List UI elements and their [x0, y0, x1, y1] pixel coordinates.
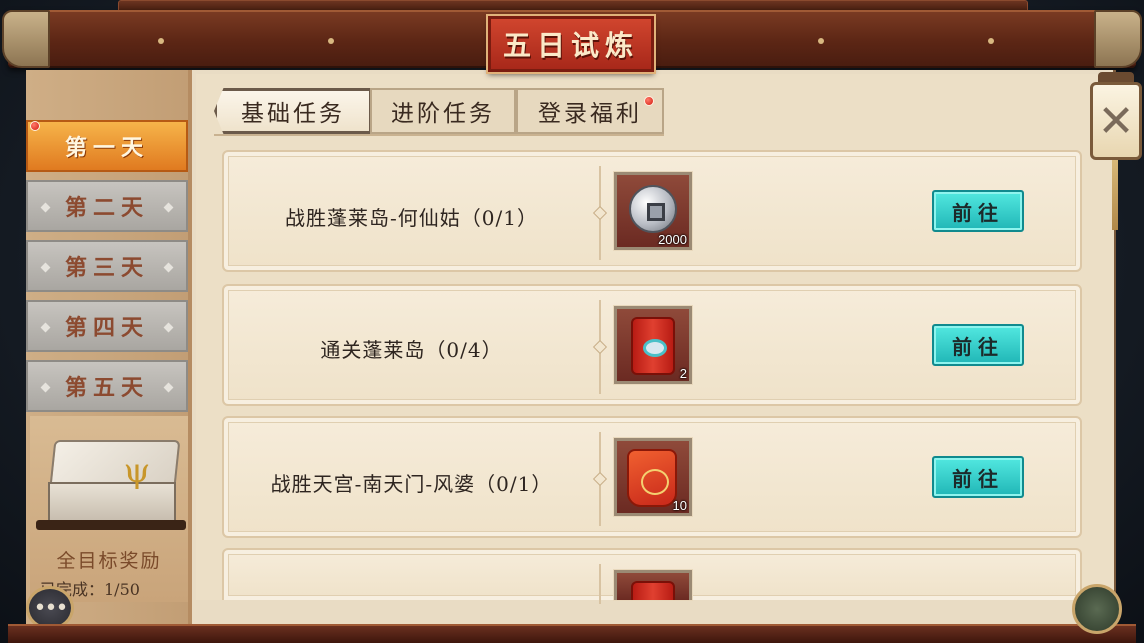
task-name: 通关蓬莱岛（0/4）: [320, 338, 503, 362]
task-card: 通关蓬莱岛（0/4） 2 前往: [222, 284, 1082, 406]
corner-menu-icon[interactable]: [1072, 584, 1122, 634]
tab-label: 基础任务: [241, 101, 345, 127]
coin-icon: [629, 185, 677, 233]
task-name: 战胜天宫-南天门-风婆（0/1）: [270, 472, 553, 496]
day-tab-2[interactable]: 第二天: [26, 180, 188, 232]
treasure-chest-icon[interactable]: [49, 440, 181, 486]
task-card: 战胜天宫-南天门-风婆（0/1） 10 前往: [222, 416, 1082, 538]
day-tab-3[interactable]: 第三天: [26, 240, 188, 292]
treasure-chest-stand: [36, 520, 186, 530]
tab-underline: [214, 134, 664, 136]
day-tab-label: 第五天: [64, 375, 149, 401]
antler-ornament-icon: ψ: [123, 451, 151, 491]
day-1-alert-dot: [30, 121, 40, 131]
task-card: [222, 548, 1082, 604]
beam-cap-left: [2, 10, 50, 68]
tab-login-rewards[interactable]: 登录福利: [516, 88, 664, 134]
day-tab-label: 第二天: [64, 195, 149, 221]
login-rewards-alert-dot: [644, 96, 654, 106]
scroll-icon: [631, 581, 675, 600]
task-card: 战胜蓬莱岛-何仙姑（0/1） 2000 前往: [222, 150, 1082, 272]
bottom-beam: [8, 624, 1136, 643]
reward-item[interactable]: [614, 570, 692, 600]
reward-item[interactable]: 2000: [614, 172, 692, 250]
pouch-icon: [627, 449, 677, 507]
reward-count: 10: [672, 498, 687, 513]
day-tab-label: 第四天: [64, 315, 149, 341]
day-tab-label: 第一天: [64, 135, 149, 161]
beam-cap-right: [1094, 10, 1142, 68]
tab-advanced-tasks[interactable]: 进阶任务: [370, 88, 516, 134]
page-title: 五日试炼: [502, 29, 639, 62]
day-tab-5[interactable]: 第五天: [26, 360, 188, 412]
day-tab-4[interactable]: 第四天: [26, 300, 188, 352]
go-button[interactable]: 前往: [932, 324, 1024, 366]
day-tab-1[interactable]: 第一天: [26, 120, 188, 172]
scroll-icon: [631, 317, 675, 375]
go-button[interactable]: 前往: [932, 190, 1024, 232]
task-name: 战胜蓬莱岛-何仙姑（0/1）: [285, 206, 538, 230]
reward-count: 2000: [658, 232, 687, 247]
lantern-tassel: [1112, 160, 1118, 230]
go-button[interactable]: 前往: [932, 456, 1024, 498]
tab-label: 进阶任务: [391, 101, 495, 127]
reward-count: 2: [679, 366, 687, 381]
title-plaque: 五日试炼: [486, 14, 656, 74]
close-icon[interactable]: ✕: [1090, 82, 1142, 160]
reward-item[interactable]: 10: [614, 438, 692, 516]
day-tab-label: 第三天: [64, 255, 149, 281]
tab-basic-tasks[interactable]: 基础任务: [214, 88, 372, 134]
reward-item[interactable]: 2: [614, 306, 692, 384]
treasure-chest-body: [48, 482, 176, 524]
tab-label: 登录福利: [538, 101, 642, 127]
full-reward-title: 全目标奖励: [56, 550, 162, 572]
